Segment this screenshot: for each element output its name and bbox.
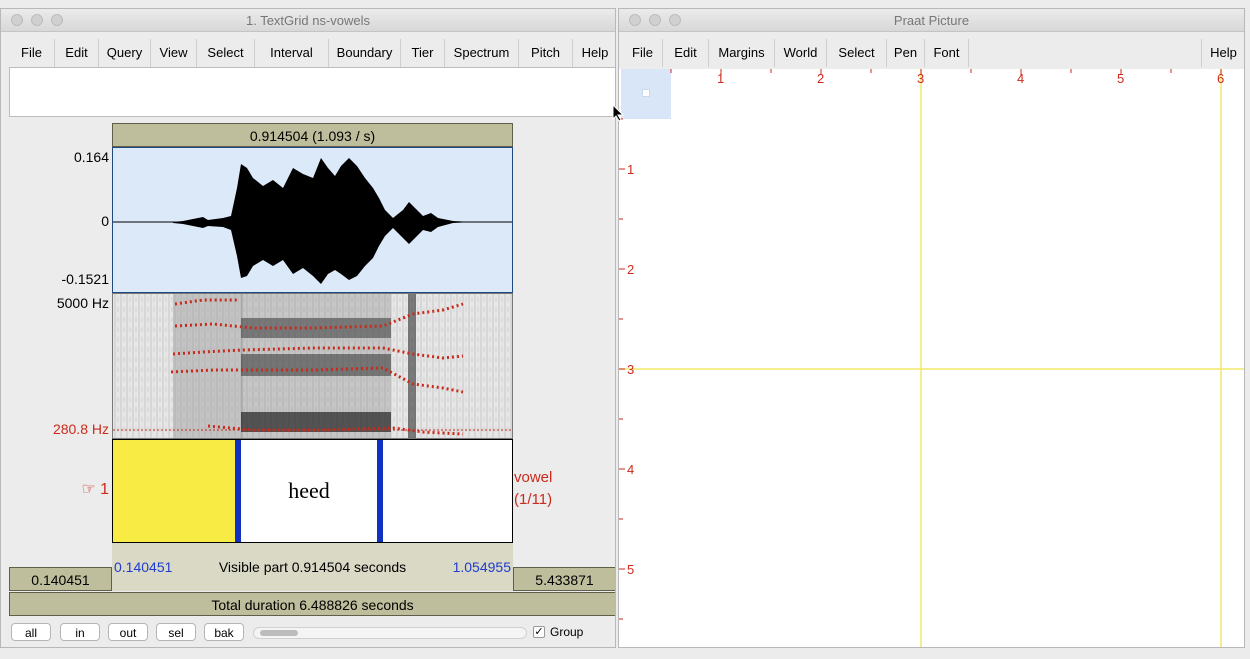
left-time-box[interactable]: 0.140451 <box>9 567 112 591</box>
mouse-cursor-icon <box>612 104 624 122</box>
picture-canvas[interactable]: 1 2 3 4 5 6 1 2 3 4 5 <box>619 69 1244 647</box>
praat-menubar: File Edit Margins World Select Pen Font … <box>619 32 1244 70</box>
in-button[interactable]: in <box>60 623 100 641</box>
visible-start: 0.140451 <box>114 559 173 575</box>
window-title: 1. TextGrid ns-vowels <box>245 13 371 28</box>
menu-boundary[interactable]: Boundary <box>329 39 401 67</box>
bak-button[interactable]: bak <box>204 623 244 641</box>
y-tick-2: 2 <box>627 262 635 277</box>
menu-spectrum[interactable]: Spectrum <box>445 39 519 67</box>
menu-font[interactable]: Font <box>925 39 969 67</box>
waveform-envelope <box>173 158 473 284</box>
menu-edit[interactable]: Edit <box>55 39 99 67</box>
y-tick-3: 3 <box>627 362 635 377</box>
inch-grid <box>619 69 1244 647</box>
menu-select[interactable]: Select <box>827 39 887 67</box>
praat-titlebar[interactable]: Praat Picture <box>619 9 1244 32</box>
all-button[interactable]: all <box>11 623 51 641</box>
text-input-area[interactable] <box>9 67 615 117</box>
menu-file[interactable]: File <box>623 39 663 67</box>
spectrogram-cursor-label: 280.8 Hz <box>52 421 109 437</box>
menu-interval[interactable]: Interval <box>255 39 329 67</box>
tier-panel[interactable]: heed <box>112 439 513 543</box>
x-tick-6: 6 <box>1217 71 1225 86</box>
out-button[interactable]: out <box>108 623 148 641</box>
spectrogram-panel[interactable] <box>112 293 513 439</box>
waveform-max-label: 0.164 <box>73 149 109 165</box>
menu-help[interactable]: Help <box>1201 39 1244 67</box>
tier-number[interactable]: ☞ 1 <box>21 479 109 499</box>
window-title: Praat Picture <box>893 13 970 28</box>
horizontal-scrollbar[interactable] <box>253 627 527 639</box>
spectrogram-top-label: 5000 Hz <box>56 295 109 311</box>
group-label: Group <box>550 625 584 639</box>
menu-margins[interactable]: Margins <box>709 39 775 67</box>
tier-name: vowel <box>514 469 553 486</box>
right-time-box[interactable]: 5.433871 <box>513 567 615 591</box>
menu-help[interactable]: Help <box>573 39 615 67</box>
menu-file[interactable]: File <box>9 39 55 67</box>
menu-select[interactable]: Select <box>197 39 255 67</box>
x-tick-3: 3 <box>917 71 925 86</box>
waveform-plot <box>113 158 512 284</box>
group-checkbox[interactable]: ✓ <box>533 626 545 638</box>
zoom-buttons: all in out sel bak ✓ Group <box>1 623 615 645</box>
x-tick-2: 2 <box>817 71 825 86</box>
praat-picture-window: Praat Picture File Edit Margins World Se… <box>618 8 1245 648</box>
menu-pitch[interactable]: Pitch <box>519 39 573 67</box>
textgrid-window: 1. TextGrid ns-vowels File Edit Query Vi… <box>0 8 616 648</box>
y-tick-1: 1 <box>627 162 635 177</box>
x-tick-1: 1 <box>717 71 725 86</box>
y-tick-5: 5 <box>627 562 635 577</box>
waveform-min-label: -0.1521 <box>61 271 109 287</box>
y-tick-4: 4 <box>627 462 635 477</box>
waveform-zero-label: 0 <box>101 213 109 229</box>
selected-interval[interactable] <box>113 440 236 542</box>
spectrogram-plot <box>113 294 512 438</box>
interval-heed[interactable]: heed <box>241 440 377 542</box>
interval-text: heed <box>288 478 330 503</box>
menu-tier[interactable]: Tier <box>401 39 445 67</box>
waveform-panel[interactable] <box>112 147 513 293</box>
x-tick-4: 4 <box>1017 71 1025 86</box>
total-duration-bar[interactable]: Total duration 6.488826 seconds <box>9 592 615 616</box>
tier-interval-count: (1/11) <box>514 491 553 508</box>
textgrid-menubar: File Edit Query View Select Interval Bou… <box>1 32 615 70</box>
visible-part-text: Visible part 0.914504 seconds <box>218 559 407 575</box>
menu-query[interactable]: Query <box>99 39 151 67</box>
visible-end: 1.054955 <box>452 559 511 575</box>
selection-duration-header[interactable]: 0.914504 (1.093 / s) <box>112 123 513 147</box>
textgrid-titlebar[interactable]: 1. TextGrid ns-vowels <box>1 9 615 32</box>
menu-edit[interactable]: Edit <box>663 39 709 67</box>
scrollbar-thumb[interactable] <box>260 630 298 636</box>
menu-world[interactable]: World <box>775 39 827 67</box>
menu-view[interactable]: View <box>151 39 197 67</box>
interval-boundary-2[interactable] <box>377 440 383 542</box>
x-tick-5: 5 <box>1117 71 1125 86</box>
visible-part-bar[interactable]: 0.140451 Visible part 0.914504 seconds 1… <box>112 543 513 591</box>
sel-button[interactable]: sel <box>156 623 196 641</box>
menu-pen[interactable]: Pen <box>887 39 925 67</box>
